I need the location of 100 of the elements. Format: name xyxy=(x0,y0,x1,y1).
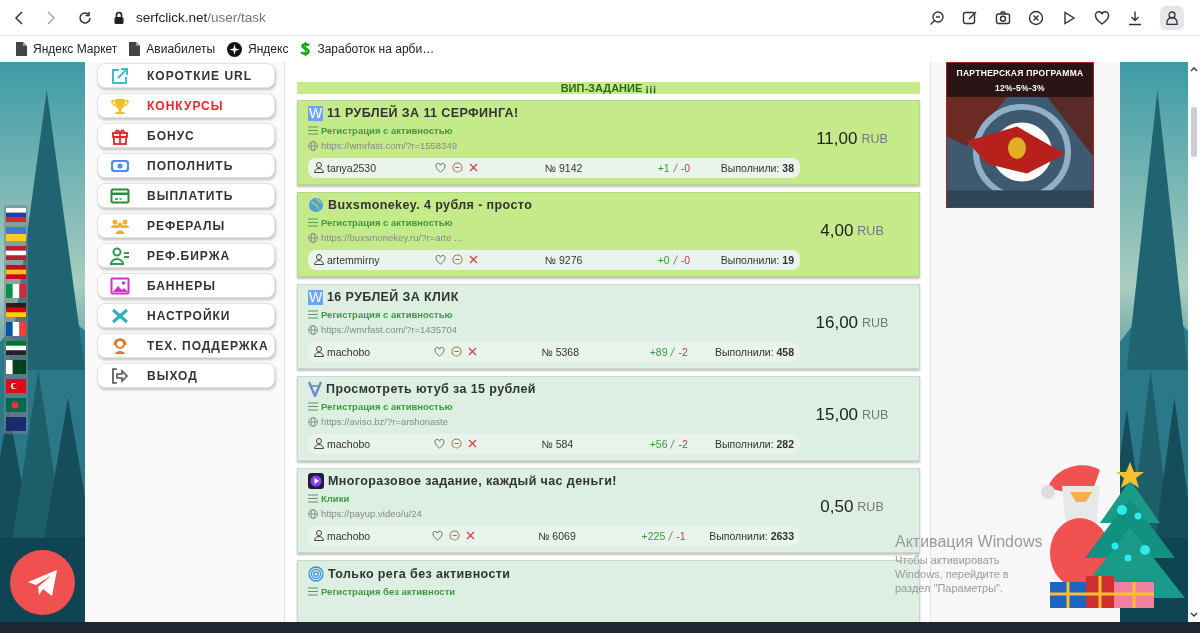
user-icon xyxy=(1166,10,1178,25)
price: 4,00 xyxy=(820,220,854,241)
globe-icon xyxy=(308,197,324,214)
globe-icon xyxy=(308,232,318,243)
username[interactable]: machobo xyxy=(327,438,371,450)
minus-circle-icon[interactable] xyxy=(448,530,460,542)
close-icon[interactable] xyxy=(469,255,479,265)
bookmark[interactable]: Заработок на арби… xyxy=(300,41,435,57)
profile-button[interactable] xyxy=(1160,5,1184,30)
slash-divider xyxy=(672,163,678,173)
close-icon[interactable] xyxy=(465,531,475,541)
document-icon xyxy=(129,42,141,56)
minus-circle-icon[interactable] xyxy=(450,346,462,358)
currency: RUB xyxy=(862,407,889,422)
promo-banner[interactable]: ПАРТНЕРСКАЯ ПРОГРАММА 12%-5%-3% xyxy=(946,62,1094,208)
close-icon[interactable] xyxy=(467,347,477,357)
bookmark[interactable]: Авиабилеты xyxy=(129,42,216,56)
task-title[interactable]: Buxsmonekey. 4 рубля - просто xyxy=(328,198,533,213)
image-icon xyxy=(110,276,130,295)
list-icon xyxy=(308,401,318,411)
card-icon xyxy=(110,186,130,205)
camera-icon[interactable] xyxy=(995,9,1011,26)
user-icon xyxy=(314,530,324,542)
edit-icon[interactable] xyxy=(962,9,978,26)
flag-icon[interactable] xyxy=(6,246,26,260)
task-title[interactable]: Просмотреть ютуб за 15 рублей xyxy=(326,382,536,397)
list-icon xyxy=(308,587,318,596)
download-icon[interactable] xyxy=(1127,9,1143,26)
play-logo-icon xyxy=(308,473,324,490)
list-icon xyxy=(308,493,318,503)
menu-item[interactable]: БОНУС xyxy=(97,123,275,148)
task-category: Регистрация с активностью xyxy=(321,216,453,228)
list-icon xyxy=(308,125,318,135)
heart-icon[interactable] xyxy=(1094,9,1110,26)
dislikes-count: -2 xyxy=(678,438,688,450)
close-icon[interactable] xyxy=(469,163,479,173)
menu-item[interactable]: РЕФЕРАЛЫ xyxy=(97,213,275,238)
dislikes-count: -1 xyxy=(676,530,686,542)
flag-icon[interactable] xyxy=(6,303,26,317)
zoom-icon[interactable] xyxy=(929,9,945,26)
list-icon xyxy=(308,217,318,227)
task-title[interactable]: 16 РУБЛЕЙ ЗА КЛИК xyxy=(327,290,459,305)
likes-count: +0 xyxy=(657,254,670,266)
reload-icon[interactable] xyxy=(78,10,92,25)
username[interactable]: artemmirny xyxy=(327,254,380,266)
user-icon xyxy=(314,162,324,174)
menu-item[interactable]: НАСТРОЙКИ xyxy=(97,303,275,328)
menu-item[interactable]: КОНКУРСЫ xyxy=(97,93,275,118)
bookmark[interactable]: Яндекс xyxy=(227,41,289,57)
minus-circle-icon[interactable] xyxy=(452,162,464,174)
flag-icon[interactable] xyxy=(6,322,26,336)
task-title[interactable]: 11 РУБЛЕЙ ЗА 11 СЕРФИНГА! xyxy=(327,106,519,121)
headset-icon xyxy=(110,336,130,355)
minus-circle-icon[interactable] xyxy=(450,438,462,450)
menu-item[interactable]: БАННЕРЫ xyxy=(97,273,275,298)
scrollbar-thumb[interactable] xyxy=(1191,107,1197,157)
address-field[interactable]: serfclick.net/user/task xyxy=(136,10,266,25)
menu-item[interactable]: РЕФ.БИРЖА xyxy=(97,243,275,268)
task-category: Регистрация с активностью xyxy=(321,400,453,412)
menu-item[interactable]: КОРОТКИЕ URL xyxy=(97,63,275,88)
globe-icon xyxy=(308,324,318,335)
likes-count: +1 xyxy=(657,162,670,174)
menu-item[interactable]: ВЫХОД xyxy=(97,363,275,388)
username[interactable]: machobo xyxy=(327,530,371,542)
task-title[interactable]: Только рега без активности xyxy=(328,566,511,581)
slash-divider xyxy=(672,255,678,265)
user-icon xyxy=(314,438,324,450)
task-category: Регистрация с активностью xyxy=(321,308,453,320)
currency: RUB xyxy=(857,223,884,238)
currency: RUB xyxy=(857,499,884,514)
section-header: ВИП-ЗАДАНИЕ ¡¡¡ xyxy=(297,82,920,94)
site-logo: W xyxy=(308,289,323,305)
play-icon[interactable] xyxy=(1061,9,1077,26)
lock-icon xyxy=(114,11,124,24)
scroll-down-icon[interactable] xyxy=(1190,612,1198,618)
dislikes-count: -0 xyxy=(680,254,691,266)
slash-divider xyxy=(670,439,676,449)
menu-item[interactable]: ТЕХ. ПОДДЕРЖКА xyxy=(97,333,275,358)
task-title[interactable]: Многоразовое задание, каждый час деньги! xyxy=(328,474,617,489)
flag-icon[interactable] xyxy=(6,360,26,374)
flag-icon[interactable] xyxy=(6,208,26,222)
price: 15,00 xyxy=(815,404,859,425)
menu-item[interactable]: ПОПОЛНИТЬ xyxy=(97,153,275,178)
flag-icon[interactable] xyxy=(6,341,26,355)
v-logo-icon xyxy=(308,381,322,398)
username[interactable]: tanya2530 xyxy=(327,162,377,174)
forward-icon[interactable] xyxy=(46,10,56,25)
slash-divider xyxy=(670,347,676,357)
task-number: № 584 xyxy=(541,438,575,450)
username[interactable]: machobo xyxy=(327,346,371,358)
back-icon[interactable] xyxy=(14,10,24,25)
bookmark[interactable]: Яндекс Маркет xyxy=(16,42,118,56)
menu-item[interactable]: ВЫПЛАТИТЬ xyxy=(97,183,275,208)
scroll-up-icon[interactable] xyxy=(1190,66,1198,72)
globe-icon xyxy=(308,140,318,151)
task-number: № 6069 xyxy=(538,530,577,542)
slash-divider xyxy=(668,531,674,541)
close-icon[interactable] xyxy=(467,439,477,449)
minus-circle-icon[interactable] xyxy=(452,254,464,266)
list-icon xyxy=(308,309,318,319)
